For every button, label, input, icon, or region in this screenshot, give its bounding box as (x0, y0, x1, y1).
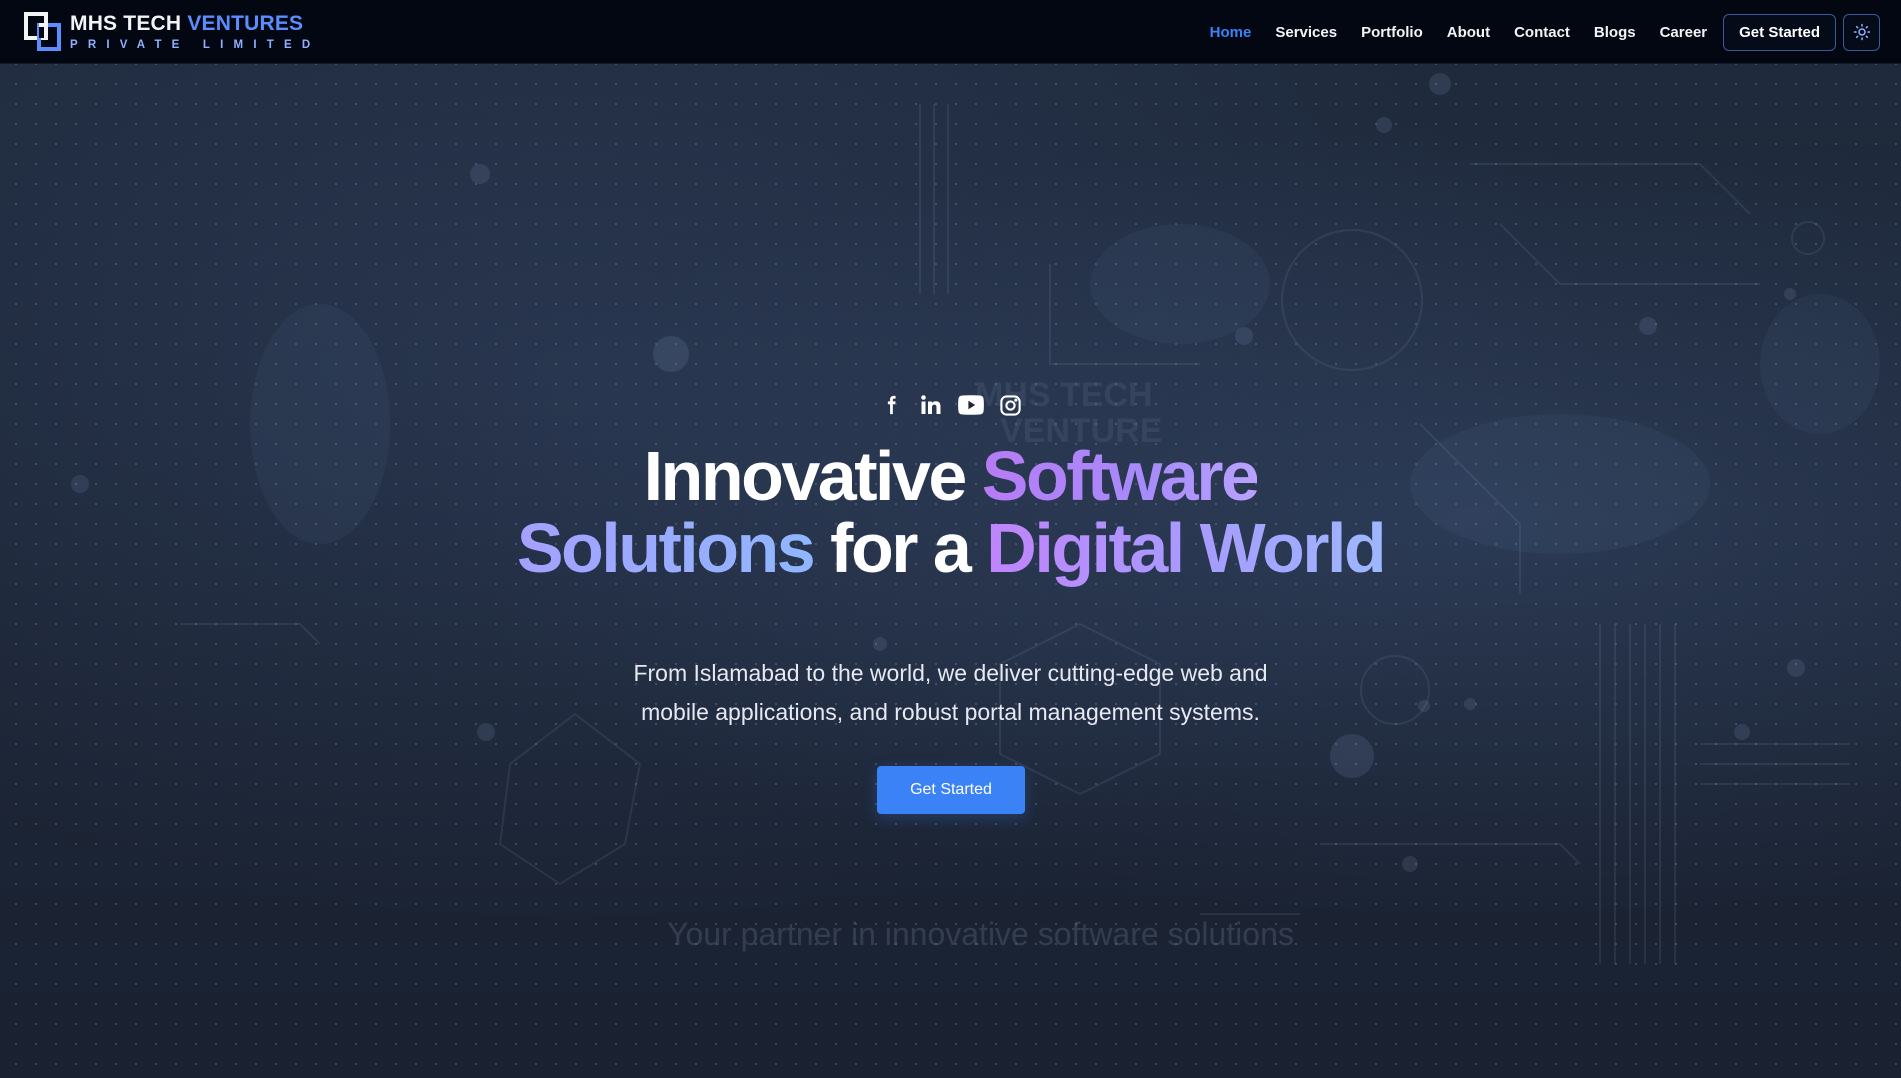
nav-career[interactable]: Career (1660, 24, 1708, 41)
headline-part-digital-world: Digital World (986, 509, 1386, 587)
hero-subtext-line2: mobile applications, and robust portal m… (641, 699, 1260, 725)
nav-about[interactable]: About (1447, 24, 1490, 41)
main-nav: Home Services Portfolio About Contact Bl… (1186, 0, 1880, 64)
linkedin-link[interactable] (911, 390, 951, 420)
logo-text: MHS TECH VENTURES PRIVATE LIMITED (70, 11, 321, 52)
hero-headline: Innovative Software Solutions for a Digi… (0, 440, 1901, 584)
logo-mark-icon (24, 12, 61, 51)
facebook-icon (887, 395, 896, 415)
headline-part-software: Software (981, 437, 1260, 515)
youtube-link[interactable] (951, 390, 991, 420)
facebook-link[interactable] (871, 390, 911, 420)
background-watermark: Your partner in innovative software solu… (667, 916, 1294, 952)
instagram-icon (1000, 394, 1021, 416)
headline-part-innovative: Innovative (643, 437, 982, 515)
hero-subtext: From Islamabad to the world, we deliver … (0, 654, 1901, 732)
logo-name-part2: VENTURES (187, 11, 304, 35)
nav-home[interactable]: Home (1210, 24, 1252, 41)
linkedin-icon (920, 395, 940, 414)
logo-name-part1: MHS TECH (70, 11, 182, 35)
hero-subtext-line1: From Islamabad to the world, we deliver … (633, 660, 1268, 686)
logo-tagline: PRIVATE LIMITED (70, 38, 321, 51)
headline-part-solutions: Solutions (516, 509, 816, 587)
logo-name: MHS TECH VENTURES (70, 11, 320, 35)
hero-get-started-button[interactable]: Get Started (877, 766, 1025, 814)
youtube-icon (957, 395, 984, 415)
social-links (0, 390, 1901, 420)
nav-blogs[interactable]: Blogs (1594, 24, 1636, 41)
sun-icon (1853, 23, 1870, 41)
headline-part-for-a: for a (813, 509, 987, 587)
theme-toggle-button[interactable] (1843, 13, 1880, 51)
site-header: MHS TECH VENTURES PRIVATE LIMITED Home S… (0, 0, 1901, 64)
nav-contact[interactable]: Contact (1514, 24, 1570, 41)
header-get-started-button[interactable]: Get Started (1723, 13, 1836, 51)
nav-services[interactable]: Services (1275, 24, 1337, 41)
nav-portfolio[interactable]: Portfolio (1361, 24, 1423, 41)
instagram-link[interactable] (991, 390, 1031, 420)
hero-section: MHS TECH VENTURE Your partner in innovat… (0, 64, 1901, 1078)
logo[interactable]: MHS TECH VENTURES PRIVATE LIMITED (24, 12, 320, 52)
